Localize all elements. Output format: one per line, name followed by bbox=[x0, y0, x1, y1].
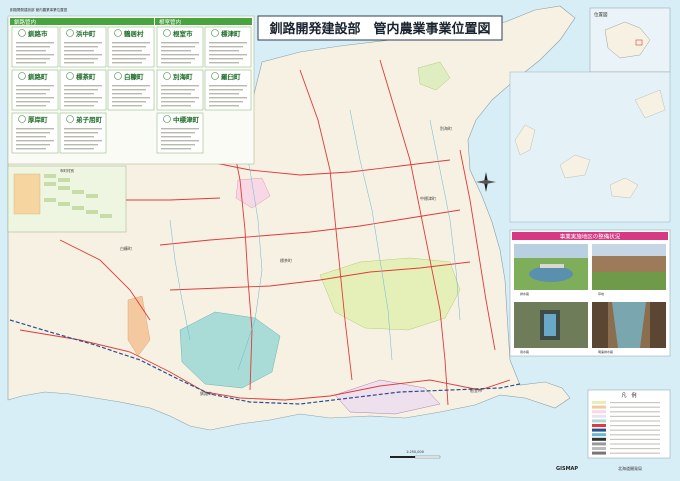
place-label: 根室市 bbox=[470, 387, 482, 393]
town-emblem-icon bbox=[114, 72, 122, 80]
municipality-name: 中標津町 bbox=[173, 115, 200, 124]
town-emblem-icon bbox=[18, 72, 26, 80]
municipality-name: 標茶町 bbox=[76, 72, 96, 81]
page-title: 釧路開発建設部 管内農業事業位置図 bbox=[269, 21, 490, 37]
municipality-box: 浜中町 bbox=[59, 26, 107, 68]
legend-swatch bbox=[592, 401, 606, 404]
municipality-box: 厚岸町 bbox=[11, 112, 59, 154]
legend-swatch bbox=[592, 424, 606, 427]
municipality-name: 釧路町 bbox=[27, 72, 48, 81]
legend-title: 凡 例 bbox=[621, 392, 636, 399]
town-emblem-icon bbox=[163, 72, 171, 80]
town-emblem-icon bbox=[114, 29, 122, 37]
municipality-name: 浜中町 bbox=[76, 29, 96, 38]
municipality-box: 標茶町 bbox=[59, 69, 107, 111]
place-label: 中標津町 bbox=[420, 195, 436, 201]
place-label: 釧路市 bbox=[200, 390, 212, 396]
footer-right: 北海道開発局 bbox=[618, 465, 642, 471]
photo-panel: 事業実施地区の整備状況 排水路 草地 用水路 明渠排水路 bbox=[509, 229, 671, 357]
town-emblem-icon bbox=[66, 29, 74, 37]
map-canvas: 白糠町 標茶町 中標津町 別海町 釧路市 根室市 釧路開発建設部 管内農業事業位… bbox=[0, 0, 680, 481]
municipality-box: 別海町 bbox=[156, 69, 204, 111]
scale-label: 1:250,000 bbox=[406, 450, 424, 454]
footer-left: GISMAP bbox=[556, 466, 578, 472]
legend-swatch bbox=[592, 428, 606, 432]
legend-swatch bbox=[592, 451, 606, 455]
legend-swatch bbox=[592, 442, 606, 446]
svg-text:明渠排水路: 明渠排水路 bbox=[598, 349, 613, 354]
place-label: 白糠町 bbox=[120, 245, 132, 251]
municipality-box: 弟子屈町 bbox=[59, 112, 107, 154]
inset-label: 位置図 bbox=[594, 11, 608, 18]
svg-text:草地: 草地 bbox=[598, 291, 604, 296]
legend-swatch bbox=[592, 405, 606, 409]
municipality-name: 厚岸町 bbox=[28, 115, 48, 124]
route-table-panel: 市町村別 bbox=[7, 165, 127, 233]
municipality-box: 羅臼町 bbox=[204, 69, 252, 111]
municipality-box: 釧路市 bbox=[11, 26, 59, 68]
legend-swatch bbox=[592, 447, 606, 450]
place-label: 標茶町 bbox=[280, 257, 292, 263]
municipality-panel: 釧路管内 根室管内 釧路市 浜中町 鶴居村釧路町 標茶町 白糠町厚岸町 弟子屈町 根室市 標津… bbox=[7, 15, 255, 165]
town-emblem-icon bbox=[211, 29, 219, 37]
municipality-box: 標津町 bbox=[204, 26, 252, 68]
offshore-inset bbox=[509, 71, 671, 223]
photo-4 bbox=[592, 302, 666, 348]
town-emblem-icon bbox=[163, 115, 171, 123]
town-emblem-icon bbox=[163, 29, 171, 37]
town-emblem-icon bbox=[211, 72, 219, 80]
town-emblem-icon bbox=[66, 115, 74, 123]
header-small-text: 釧路開発建設部 管内農業事業位置図 bbox=[10, 7, 68, 12]
municipality-box: 白糠町 bbox=[107, 69, 155, 111]
legend-swatch bbox=[592, 419, 606, 423]
municipality-box: 中標津町 bbox=[156, 112, 204, 154]
legend-swatch bbox=[592, 410, 606, 414]
svg-text:用水路: 用水路 bbox=[520, 349, 529, 354]
legend-swatch bbox=[592, 437, 606, 441]
photo-3 bbox=[514, 302, 588, 348]
legend-box: 凡 例 bbox=[587, 389, 671, 459]
map-sheet: 白糠町 標茶町 中標津町 別海町 釧路市 根室市 釧路開発建設部 管内農業事業位… bbox=[0, 0, 680, 481]
town-emblem-icon bbox=[18, 115, 26, 123]
town-emblem-icon bbox=[18, 29, 26, 37]
kushiro-header-label: 釧路管内 bbox=[14, 18, 36, 26]
svg-text:排水路: 排水路 bbox=[520, 291, 529, 296]
photo-panel-title: 事業実施地区の整備状況 bbox=[560, 233, 621, 241]
municipality-name: 別海町 bbox=[172, 72, 193, 81]
town-emblem-icon bbox=[66, 72, 74, 80]
nemuro-header-label: 根室管内 bbox=[159, 18, 181, 26]
municipality-box: 根室市 bbox=[156, 26, 204, 68]
title-box: 釧路開発建設部 管内農業事業位置図 bbox=[257, 15, 503, 41]
svg-text:市町村別: 市町村別 bbox=[60, 168, 74, 173]
municipality-name: 釧路市 bbox=[27, 29, 48, 38]
place-label: 別海町 bbox=[440, 125, 452, 131]
municipality-name: 標津町 bbox=[221, 29, 241, 38]
photo-2 bbox=[592, 244, 666, 290]
inset-location-map: 位置図 bbox=[589, 7, 671, 73]
legend-swatch bbox=[592, 414, 606, 418]
municipality-name: 弟子屈町 bbox=[76, 115, 103, 124]
municipality-name: 根室市 bbox=[173, 29, 193, 38]
municipality-name: 羅臼町 bbox=[221, 72, 241, 81]
municipality-box: 釧路町 bbox=[11, 69, 59, 111]
legend-swatch bbox=[592, 433, 606, 437]
municipality-name: 鶴居村 bbox=[124, 29, 144, 38]
municipality-box: 鶴居村 bbox=[107, 26, 155, 68]
municipality-name: 白糠町 bbox=[124, 72, 144, 81]
photo-1 bbox=[514, 244, 588, 290]
